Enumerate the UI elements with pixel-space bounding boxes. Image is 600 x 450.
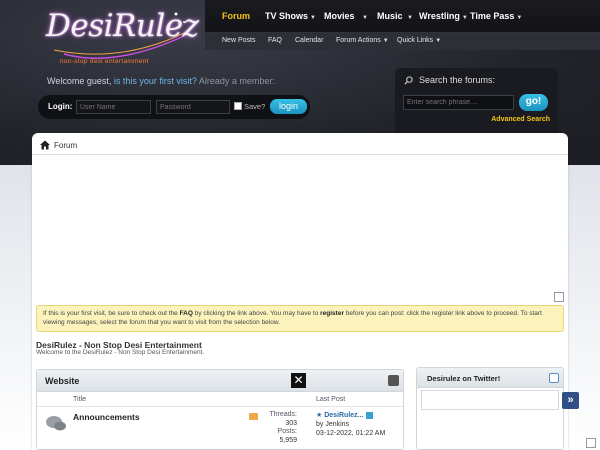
password-input[interactable]: [156, 100, 230, 114]
subnav-forum-actions-label: Forum Actions: [336, 37, 381, 44]
go-to-last-post-icon[interactable]: [365, 411, 373, 419]
welcome-suffix: Already a member:: [196, 76, 275, 86]
login-form: Login: Save? login: [38, 95, 310, 119]
close-icon[interactable]: ✕: [291, 373, 306, 388]
advanced-search-link[interactable]: Advanced Search: [491, 116, 550, 123]
forum-chat-icon: [46, 416, 66, 431]
nav-forum[interactable]: Forum: [222, 11, 250, 21]
save-checkbox[interactable]: [234, 102, 242, 110]
forum-stats: Threads: 303 Posts: 5,959: [267, 411, 297, 445]
nav-forum-label: Forum: [222, 11, 250, 21]
nav-time-pass[interactable]: Time Pass ▼: [470, 11, 522, 21]
last-post-author[interactable]: by Jenkins: [316, 420, 385, 429]
search-input[interactable]: [403, 95, 514, 110]
ad-choices-icon[interactable]: [586, 438, 596, 448]
last-post-title-link[interactable]: ★ DesiRulez...: [316, 412, 364, 419]
collapse-icon[interactable]: [388, 375, 399, 386]
save-label: Save?: [244, 102, 266, 111]
nav-movies-label: Movies: [324, 11, 355, 21]
search-title: Search the forums:: [419, 75, 496, 85]
subnav-quick-links[interactable]: Quick Links ▼: [397, 37, 441, 44]
main-content: Forum If this is your first visit, be su…: [32, 133, 568, 450]
search-go-button[interactable]: go!: [519, 94, 548, 111]
notice-text-2: by clicking the link above. You may have…: [192, 310, 321, 317]
threads-count: 303: [285, 419, 297, 427]
nav-music[interactable]: Music ▼: [377, 11, 413, 21]
search-panel: Search the forums: go! Advanced Search: [395, 68, 558, 133]
login-button[interactable]: login: [270, 99, 307, 114]
block-title[interactable]: Website: [45, 376, 79, 386]
subnav-faq[interactable]: FAQ: [268, 37, 282, 44]
caret-down-icon: ▼: [310, 15, 316, 21]
notice-faq-link[interactable]: FAQ: [180, 310, 193, 317]
site-logo[interactable]: DesiRulez non-stop desi entertainment: [44, 6, 199, 65]
logo-text: DesiRulez: [46, 8, 199, 44]
caret-down-icon: ▼: [516, 15, 523, 21]
sidebar-collapse-icon[interactable]: [549, 373, 559, 383]
nav-time-pass-label: Time Pass: [470, 11, 515, 21]
nav-tv-shows-label: TV Shows: [265, 11, 309, 21]
sub-nav: New Posts FAQ Calendar Forum Actions ▼ Qu…: [205, 33, 600, 50]
username-input[interactable]: [76, 100, 151, 114]
last-post-date: 03-12-2022, 01:22 AM: [316, 430, 386, 437]
welcome-message: Welcome guest, is this your first visit?…: [47, 76, 275, 86]
caret-down-icon: ▼: [461, 15, 468, 21]
ad-area: [32, 155, 568, 301]
chevron-right-icon[interactable]: »: [562, 392, 579, 409]
last-post: ★ DesiRulez... by Jenkins 03-12-2022, 01…: [316, 411, 385, 438]
forum-row: Announcements Threads: 303 Posts: 5,959 …: [37, 406, 403, 450]
block-header: Website ✕: [37, 370, 403, 392]
nav-tv-shows[interactable]: TV Shows ▼: [265, 11, 316, 21]
forum-description: Welcome to the DesiRulez - Non Stop Desi…: [36, 349, 205, 356]
notice-register-link[interactable]: register: [320, 310, 344, 317]
caret-down-icon: ▼: [435, 38, 442, 44]
twitter-feed-box: [421, 390, 559, 410]
nav-wrestling[interactable]: Wrestling ▼: [419, 11, 468, 21]
caret-down-icon: ▼: [382, 38, 389, 44]
caret-down-icon: ▼: [407, 15, 413, 21]
breadcrumb-forum[interactable]: Forum: [54, 141, 77, 150]
subnav-calendar[interactable]: Calendar: [295, 37, 323, 44]
ad-choices-icon[interactable]: [554, 292, 564, 302]
sidebar-header: Desirulez on Twitter!: [417, 368, 563, 388]
posts-label: Posts:: [277, 428, 297, 435]
home-icon[interactable]: [40, 140, 50, 150]
login-label: Login:: [48, 102, 73, 111]
welcome-prefix: Welcome guest,: [47, 76, 114, 86]
search-icon: [404, 76, 413, 85]
threads-label: Threads:: [269, 411, 297, 418]
sidebar-title: Desirulez on Twitter!: [427, 374, 501, 383]
notice-text-1: If this is your first visit, be sure to …: [43, 310, 180, 317]
logo-tagline: non-stop desi entertainment: [60, 58, 149, 65]
column-title: Title: [73, 396, 86, 403]
subnav-quick-links-label: Quick Links: [397, 37, 434, 44]
forum-name-link[interactable]: Announcements: [73, 412, 140, 422]
posts-count: 5,959: [279, 436, 297, 444]
nav-movies[interactable]: Movies ▼: [324, 11, 368, 21]
first-visit-link[interactable]: is this your first visit?: [114, 76, 197, 86]
rss-icon[interactable]: [249, 413, 258, 420]
subnav-forum-actions[interactable]: Forum Actions ▼: [336, 37, 389, 44]
nav-wrestling-label: Wrestling: [419, 11, 460, 21]
caret-down-icon: ▼: [362, 15, 368, 21]
column-last-post: Last Post: [316, 396, 346, 403]
main-nav: Forum TV Shows ▼ Movies ▼ Music ▼ Wrestli…: [205, 0, 600, 33]
website-forum-block: Website ✕ Title Last Post Announcements …: [36, 369, 404, 450]
subnav-new-posts[interactable]: New Posts: [222, 37, 255, 44]
nav-music-label: Music: [377, 11, 403, 21]
first-visit-notice: If this is your first visit, be sure to …: [36, 305, 564, 332]
twitter-sidebar: Desirulez on Twitter!: [416, 367, 564, 450]
